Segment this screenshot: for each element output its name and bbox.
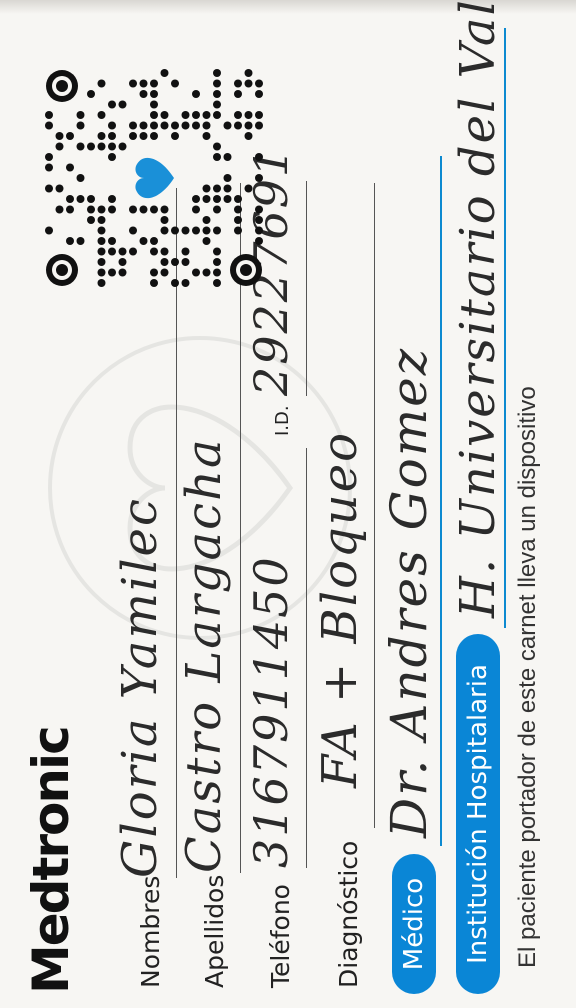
- id-line: [306, 181, 307, 396]
- apellidos-label: Apellidos: [200, 874, 229, 988]
- medico-line: [440, 156, 442, 846]
- telefono-label: Teléfono: [266, 884, 295, 988]
- footer-notice: El paciente portador de este carnet llev…: [514, 386, 541, 968]
- brand-logo: Medtronic: [22, 727, 80, 994]
- telefono-value: 3167911450: [244, 555, 298, 868]
- diagnostico-value: FA + Bloqueo: [312, 431, 368, 788]
- institucion-value: H. Universitario del Valle: [450, 0, 506, 618]
- institucion-pill: Institución Hospitalaria: [456, 634, 500, 994]
- patient-id-card: Medtronic Nombres Gloria Yamilec Apellid…: [0, 0, 576, 1008]
- card-content: Medtronic Nombres Gloria Yamilec Apellid…: [0, 0, 576, 1008]
- medico-pill: Médico: [392, 854, 436, 994]
- apellidos-value: Castro Largacha: [176, 437, 232, 873]
- id-label: I.D.: [272, 405, 293, 436]
- diagnostico-line: [374, 183, 375, 828]
- telefono-line: [306, 448, 307, 868]
- qr-code-with-heart-icon: [45, 69, 263, 287]
- nombres-value: Gloria Yamilec: [112, 497, 168, 878]
- medico-value: Dr. Andres Gomez: [380, 346, 438, 838]
- nombres-label: Nombres: [136, 875, 165, 988]
- diagnostico-label: Diagnóstico: [334, 840, 363, 988]
- institucion-line: [504, 28, 506, 628]
